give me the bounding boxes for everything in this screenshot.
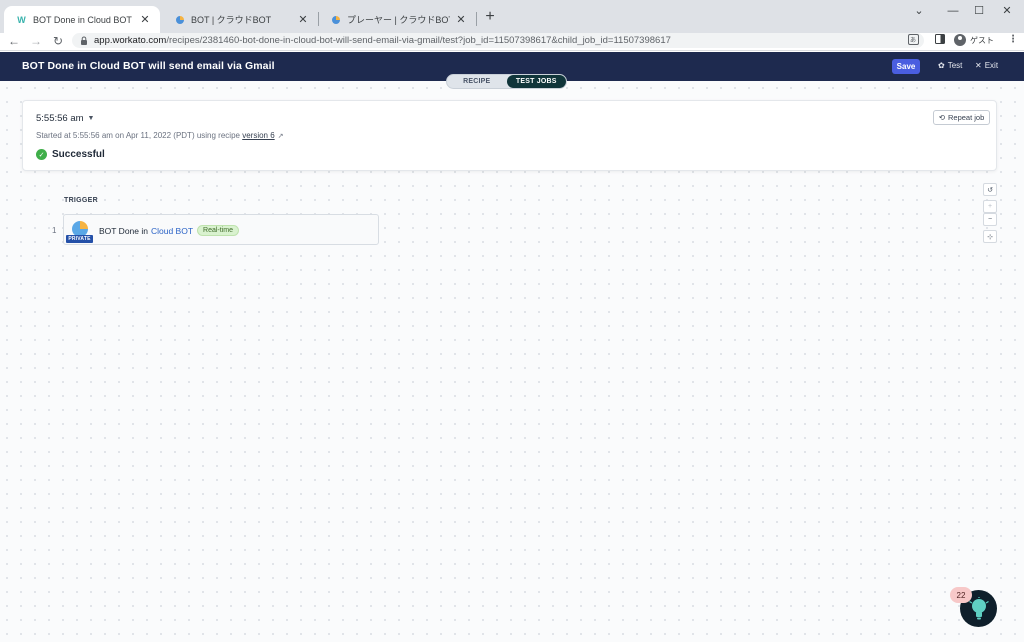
close-icon[interactable]: ✕	[138, 13, 152, 27]
private-badge: PRIVATE	[66, 235, 93, 243]
job-summary-card: 5:55:56 am ▼ Started at 5:55:56 am on Ap…	[22, 100, 997, 171]
reload-icon[interactable]: ↻	[50, 33, 66, 49]
step-number: 1	[52, 226, 57, 235]
job-status-label: Successful	[52, 149, 105, 160]
profile-label: ゲスト	[970, 35, 994, 45]
repeat-icon: ⟲	[938, 113, 945, 122]
repeat-job-label: Repeat job	[948, 113, 985, 122]
svg-text:あ: あ	[910, 37, 916, 44]
mode-toggle: RECIPE TEST JOBS	[446, 74, 567, 89]
tab-workato-recipe[interactable]: W BOT Done in Cloud BOT will send ✕	[4, 6, 160, 33]
url-text: app.workato.com/recipes/2381460-bot-done…	[94, 35, 671, 46]
window-close-button[interactable]: ✕	[994, 3, 1020, 19]
external-link-icon[interactable]: ↗	[278, 133, 284, 140]
realtime-badge: Real-time	[197, 225, 239, 236]
job-time-dropdown[interactable]: 5:55:56 am ▼	[36, 113, 94, 124]
save-button[interactable]: Save	[892, 59, 920, 74]
side-panel-icon[interactable]	[935, 34, 945, 47]
repeat-job-button[interactable]: ⟲ Repeat job	[933, 110, 990, 125]
lightbulb-icon	[968, 596, 989, 619]
test-button[interactable]: ✿ Test	[938, 61, 962, 70]
job-status: ✓ Successful	[36, 149, 105, 160]
step-app-name: Cloud BOT	[150, 225, 194, 236]
avatar-icon	[954, 34, 966, 46]
exit-button[interactable]: ✕ Exit	[975, 61, 998, 70]
profile-button[interactable]: ゲスト	[954, 34, 994, 46]
browser-tab-strip: W BOT Done in Cloud BOT will send ✕ BOT …	[0, 0, 1024, 33]
forward-arrow-icon[interactable]: →	[28, 33, 44, 49]
tab-title: BOT Done in Cloud BOT will send	[33, 14, 134, 25]
job-time: 5:55:56 am	[36, 113, 84, 124]
close-icon: ✕	[975, 61, 982, 70]
workato-favicon-icon: W	[17, 14, 26, 25]
back-arrow-icon[interactable]: ←	[6, 33, 22, 49]
menu-kebab-icon[interactable]: ⋮	[1008, 34, 1018, 45]
lock-icon	[81, 36, 87, 45]
zoom-out-icon[interactable]: −	[983, 213, 997, 226]
check-circle-icon: ✓	[36, 149, 47, 160]
trigger-section-label: TRIGGER	[64, 197, 98, 204]
tab-separator	[476, 12, 477, 26]
url-host: app.workato.com	[94, 35, 167, 46]
version-link[interactable]: version 6	[242, 131, 274, 140]
step-description: BOT Done in Cloud BOT Real-time	[99, 225, 239, 236]
job-started-text: Started at 5:55:56 am on Apr 11, 2022 (P…	[36, 131, 243, 140]
gear-icon: ✿	[938, 61, 945, 70]
close-icon[interactable]: ✕	[454, 13, 468, 27]
new-tab-button[interactable]: +	[482, 9, 498, 25]
cloudbot-favicon-icon	[174, 14, 185, 25]
maximize-button[interactable]: ☐	[966, 3, 992, 19]
address-bar[interactable]: app.workato.com/recipes/2381460-bot-done…	[72, 33, 924, 48]
tab-title: BOT | クラウドBOT	[191, 15, 272, 25]
caret-down-icon: ▼	[87, 115, 95, 122]
test-label: Test	[947, 61, 963, 70]
notification-count-badge: 22	[950, 587, 972, 603]
tab-test-jobs[interactable]: TEST JOBS	[506, 75, 566, 88]
zoom-in-icon[interactable]: +	[983, 200, 997, 213]
tab-search-icon[interactable]: ⌄	[906, 3, 932, 19]
close-icon[interactable]: ✕	[296, 13, 310, 27]
undo-icon[interactable]: ↺	[983, 183, 997, 196]
tab-player-cloudbot[interactable]: プレーヤー | クラウドBOT ✕	[318, 6, 476, 33]
minimize-button[interactable]: —	[940, 3, 966, 19]
translate-icon[interactable]: あ	[908, 34, 919, 48]
tab-bot-cloudbot[interactable]: BOT | クラウドBOT ✕	[162, 6, 318, 33]
tab-title: プレーヤー | クラウドBOT	[347, 15, 450, 25]
browser-toolbar: ← → ↻ app.workato.com/recipes/2381460-bo…	[0, 33, 1024, 51]
exit-label: Exit	[984, 61, 999, 70]
step-text: BOT Done in	[99, 225, 148, 236]
job-meta: Started at 5:55:56 am on Apr 11, 2022 (P…	[36, 131, 284, 140]
trigger-step-card[interactable]: PRIVATE BOT Done in Cloud BOT Real-time	[63, 214, 379, 245]
cloudbot-favicon-icon	[330, 14, 341, 25]
url-path: /recipes/2381460-bot-done-in-cloud-bot-w…	[166, 35, 671, 46]
fit-screen-icon[interactable]: ⊹	[983, 230, 997, 243]
tab-recipe[interactable]: RECIPE	[447, 75, 507, 88]
recipe-title: BOT Done in Cloud BOT will send email vi…	[22, 60, 275, 72]
